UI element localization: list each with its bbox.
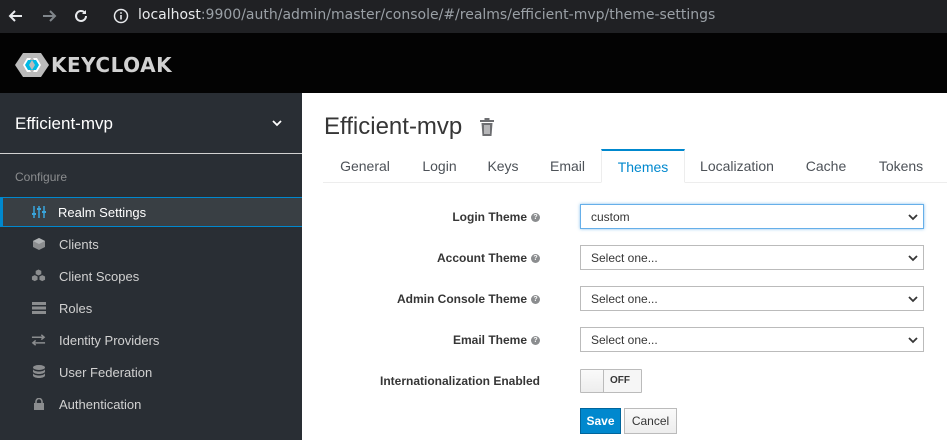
section-label-configure: Configure: [15, 170, 68, 184]
login-theme-label-row: Login Theme ?: [322, 209, 540, 225]
exchange-icon: [31, 333, 46, 348]
tab-themes[interactable]: Themes: [601, 149, 685, 183]
tab-login[interactable]: Login: [407, 149, 472, 183]
admin-console-theme-select[interactable]: Select one...: [580, 286, 924, 311]
chevron-down-icon: [908, 296, 918, 303]
browser-toolbar: localhost:9900/auth/admin/master/console…: [0, 0, 947, 33]
cube-icon: [31, 237, 46, 252]
account-theme-label: Account Theme: [436, 251, 527, 265]
tab-localization[interactable]: Localization: [685, 149, 789, 183]
cancel-button[interactable]: Cancel: [624, 408, 677, 434]
url-host: localhost: [138, 7, 201, 23]
sliders-icon: [31, 205, 46, 220]
account-theme-label-row: Account Theme ?: [322, 250, 540, 266]
i18n-label-row: Internationalization Enabled: [322, 373, 540, 389]
sidebar-item-client-scopes[interactable]: Client Scopes: [0, 261, 302, 291]
sidebar: Efficient-mvp Configure Realm Settings C…: [0, 93, 302, 440]
tab-cache[interactable]: Cache: [789, 149, 863, 183]
realm-name: Efficient-mvp: [15, 114, 113, 133]
email-theme-select[interactable]: Select one...: [580, 327, 924, 352]
toggle-knob: [581, 370, 604, 392]
save-button[interactable]: Save: [580, 408, 621, 434]
toggle-state: OFF: [610, 375, 630, 386]
i18n-toggle[interactable]: OFF: [580, 369, 642, 393]
reload-icon[interactable]: [73, 8, 89, 24]
login-theme-select[interactable]: custom: [580, 204, 924, 229]
admin-theme-label-row: Admin Console Theme ?: [322, 291, 540, 307]
account-theme-select[interactable]: Select one...: [580, 245, 924, 270]
sidebar-item-label: Clients: [59, 236, 99, 252]
list-icon: [31, 301, 46, 316]
tab-general[interactable]: General: [323, 149, 407, 183]
lock-icon: [31, 397, 46, 412]
sidebar-item-label: User Federation: [59, 364, 153, 380]
sidebar-item-user-federation[interactable]: User Federation: [0, 357, 302, 387]
admin-theme-value: Select one...: [591, 291, 658, 306]
page-title: Efficient-mvp: [324, 113, 463, 140]
database-icon: [31, 365, 46, 380]
keycloak-logo-text: KEYCLOAK: [51, 53, 173, 77]
login-theme-label: Login Theme: [452, 210, 527, 224]
realm-selector[interactable]: Efficient-mvp: [0, 93, 302, 154]
tab-tokens[interactable]: Tokens: [863, 149, 939, 183]
trash-icon[interactable]: [479, 118, 495, 136]
forward-arrow-icon[interactable]: [41, 8, 57, 24]
sidebar-item-label: Client Scopes: [59, 268, 140, 284]
keycloak-logo[interactable]: KEYCLOAK: [15, 53, 172, 77]
site-info-icon[interactable]: [113, 8, 129, 24]
i18n-label: Internationalization Enabled: [379, 374, 540, 388]
email-theme-label: Email Theme: [452, 333, 527, 347]
sidebar-item-identity-providers[interactable]: Identity Providers: [0, 325, 302, 355]
email-theme-label-row: Email Theme ?: [322, 332, 540, 348]
sidebar-item-authentication[interactable]: Authentication: [0, 389, 302, 419]
url-path: :9900/auth/admin/master/console/#/realms…: [200, 7, 716, 23]
help-icon[interactable]: ?: [531, 294, 540, 304]
sidebar-item-label: Authentication: [59, 396, 142, 412]
chevron-down-icon: [908, 214, 918, 221]
sidebar-item-label: Identity Providers: [59, 332, 160, 348]
email-theme-value: Select one...: [591, 332, 658, 347]
main-content: Efficient-mvp General Login Keys Email T…: [302, 93, 947, 440]
address-bar[interactable]: localhost:9900/auth/admin/master/console…: [138, 7, 715, 23]
tab-email[interactable]: Email: [534, 149, 601, 183]
help-icon[interactable]: ?: [531, 335, 540, 345]
help-icon[interactable]: ?: [531, 253, 540, 263]
help-icon[interactable]: ?: [531, 212, 540, 222]
sidebar-item-clients[interactable]: Clients: [0, 229, 302, 259]
sidebar-item-label: Roles: [59, 300, 93, 316]
login-theme-value: custom: [591, 209, 630, 224]
back-arrow-icon[interactable]: [8, 8, 24, 24]
sidebar-item-label: Realm Settings: [58, 204, 147, 220]
chevron-down-icon: [272, 120, 282, 127]
app-header: KEYCLOAK: [0, 33, 947, 93]
account-theme-value: Select one...: [591, 250, 658, 265]
sidebar-item-realm-settings[interactable]: Realm Settings: [0, 197, 302, 227]
tab-keys[interactable]: Keys: [472, 149, 534, 183]
tab-bar: General Login Keys Email Themes Localiza…: [323, 149, 947, 183]
admin-theme-label: Admin Console Theme: [396, 292, 527, 306]
chevron-down-icon: [908, 337, 918, 344]
sidebar-item-roles[interactable]: Roles: [0, 293, 302, 323]
cubes-icon: [31, 269, 46, 284]
keycloak-logo-icon: [15, 53, 49, 77]
chevron-down-icon: [908, 255, 918, 262]
